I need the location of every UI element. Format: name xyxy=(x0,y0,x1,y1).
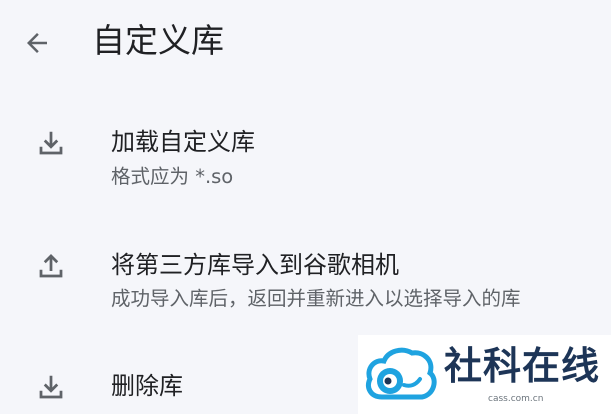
list-item-load-custom-library[interactable]: 加载自定义库 格式应为 *.so xyxy=(0,110,611,210)
watermark-title: 社科在线 xyxy=(444,344,601,388)
watermark: 社科在线 cass.com.cn xyxy=(358,335,611,414)
cloud-logo-icon xyxy=(364,345,438,409)
list-item-import-library[interactable]: 将第三方库导入到谷歌相机 成功导入库后，返回并重新进入以选择导入的库 xyxy=(0,233,611,333)
screen: 自定义库 加载自定义库 格式应为 *.so 将第三方库导入到谷歌相机 成功导入库… xyxy=(0,0,611,414)
app-bar: 自定义库 xyxy=(0,0,611,86)
back-button[interactable] xyxy=(14,20,60,66)
watermark-url: cass.com.cn xyxy=(488,394,544,404)
arrow-left-icon xyxy=(27,33,47,53)
download-icon xyxy=(34,126,68,160)
list-item-title: 加载自定义库 xyxy=(111,128,255,156)
download-icon xyxy=(34,370,68,404)
list-item-subtitle: 格式应为 *.so xyxy=(111,165,234,188)
upload-icon xyxy=(34,249,68,283)
list-item-subtitle: 成功导入库后，返回并重新进入以选择导入的库 xyxy=(111,287,521,310)
list-item-title: 将第三方库导入到谷歌相机 xyxy=(111,251,399,279)
page-title: 自定义库 xyxy=(92,21,224,60)
list-item-title: 删除库 xyxy=(111,372,183,400)
